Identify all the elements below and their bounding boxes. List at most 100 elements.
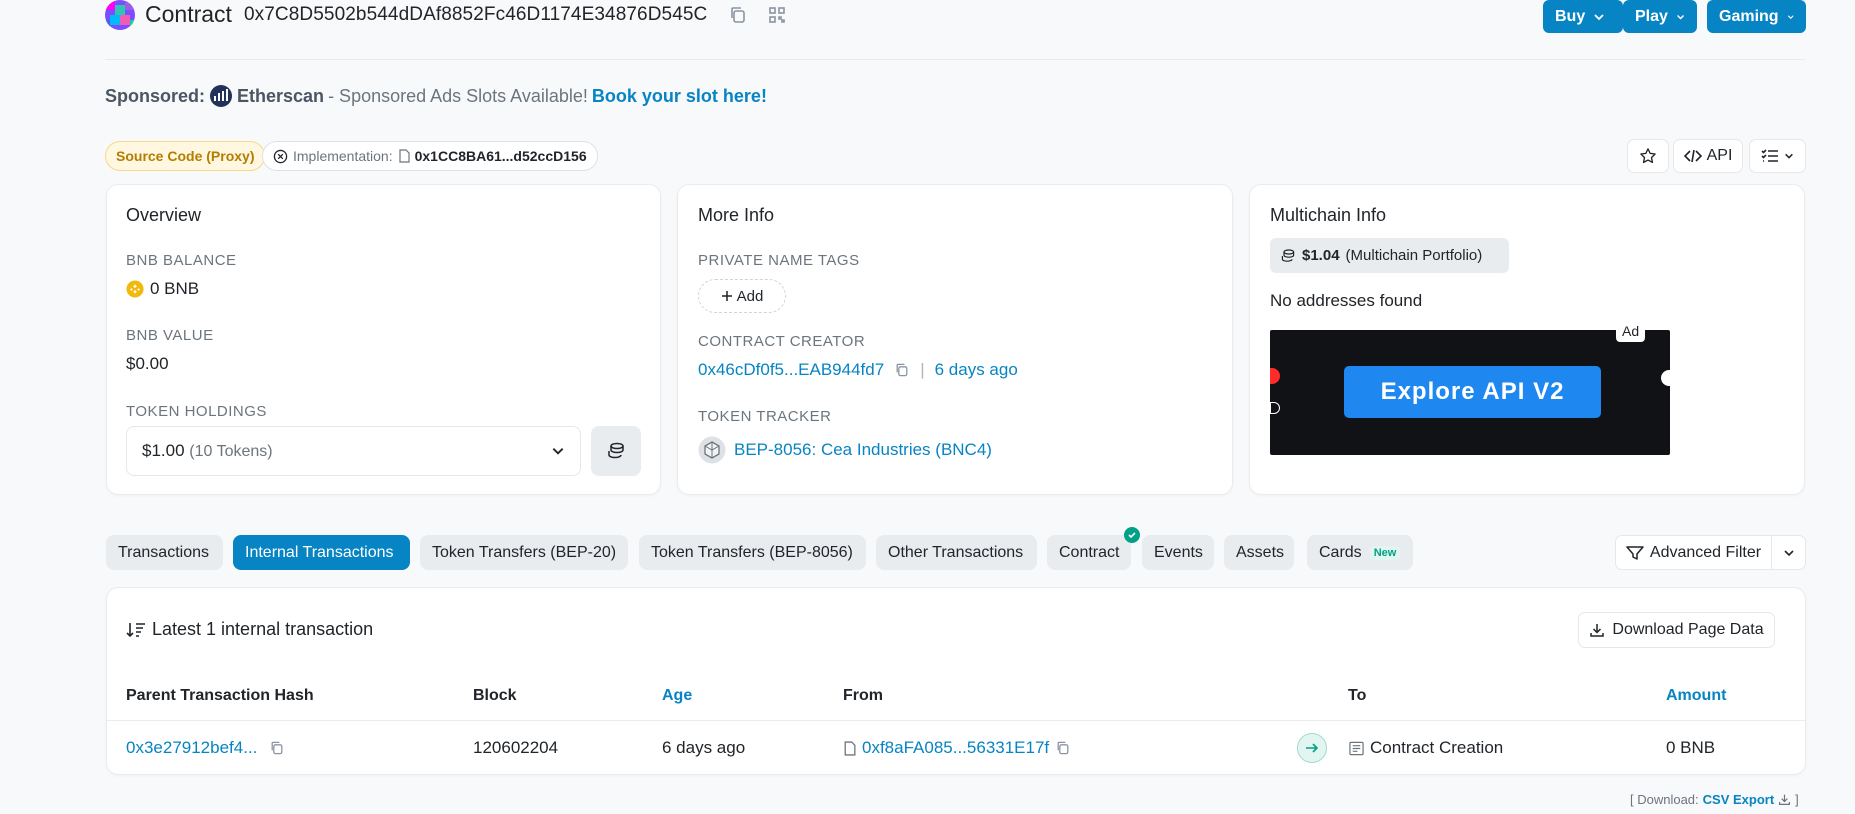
ad-banner[interactable]: Explore API V2	[1270, 330, 1670, 455]
copy-icon	[1057, 741, 1069, 755]
tab-label: Token Transfers (BEP-20)	[432, 543, 617, 561]
multichain-title: Multichain Info	[1270, 205, 1387, 225]
etherscan-logo-icon	[209, 84, 233, 108]
age-cell: 6 days ago	[662, 738, 746, 757]
table-row: 0x3e27912bef4...	[126, 738, 285, 758]
multichain-portfolio-badge[interactable]: $1.04 (Multichain Portfolio)	[1270, 238, 1509, 273]
close-circle-icon	[273, 149, 288, 163]
tab-contract[interactable]: Contract	[1047, 535, 1131, 570]
sponsored-banner: Sponsored: Etherscan - Sponsored Ads Slo…	[105, 84, 767, 108]
token-tracker-link[interactable]: BEP-8056: Cea Industries (BNC4)	[734, 440, 992, 460]
amount-cell: 0 BNB	[1666, 738, 1716, 757]
tab-transactions[interactable]: Transactions	[106, 535, 223, 570]
buy-button-label: Buy	[1555, 7, 1586, 25]
sponsor-brand[interactable]: Etherscan	[237, 86, 324, 107]
advanced-filter-toggle[interactable]	[1771, 535, 1806, 570]
tab-events[interactable]: Events	[1142, 535, 1214, 570]
creator-address-link[interactable]: 0x46cDf0f5...EAB944fd7	[698, 360, 884, 380]
tab-label: Transactions	[118, 543, 209, 561]
download-icon	[1779, 794, 1791, 805]
token-holdings-label: TOKEN HOLDINGS	[126, 403, 267, 420]
tab-label: Internal Transactions	[245, 543, 394, 561]
portfolio-label: (Multichain Portfolio)	[1345, 247, 1483, 264]
chevron-down-icon	[1594, 13, 1604, 20]
tab-other-transactions[interactable]: Other Transactions	[876, 535, 1037, 570]
contract-creator-label: CONTRACT CREATOR	[698, 333, 866, 350]
qr-code-icon[interactable]	[767, 5, 787, 25]
col-header-block: Block	[473, 687, 517, 704]
table-summary-text: Latest 1 internal transaction	[152, 619, 374, 639]
creator-separator: |	[920, 360, 925, 379]
book-slot-link[interactable]: Book your slot here!	[592, 86, 767, 107]
sort-descending-icon	[126, 622, 145, 637]
implementation-badge[interactable]: Implementation: 0x1CC8BA61...d52ccD156	[262, 141, 598, 171]
token-holdings-wallet-button[interactable]	[591, 426, 641, 476]
filter-icon	[1626, 545, 1644, 560]
buy-button[interactable]: Buy	[1543, 0, 1623, 33]
contract-address: 0x7C8D5502b544dDAf8852Fc46D1174E34876D54…	[244, 4, 708, 25]
creator-age-link[interactable]: 6 days ago	[935, 360, 1018, 380]
favorite-button[interactable]	[1627, 139, 1669, 173]
col-header-to: To	[1348, 687, 1367, 704]
source-code-proxy-badge[interactable]: Source Code (Proxy)	[105, 141, 266, 171]
csv-export-link[interactable]: CSV Export	[1703, 792, 1775, 807]
bnb-balance: 0 BNB	[126, 279, 199, 299]
ad-tag: Ad	[1616, 320, 1646, 342]
download-icon	[1590, 624, 1605, 637]
col-header-age[interactable]: Age	[662, 687, 692, 705]
tab-label: Assets	[1236, 543, 1285, 561]
tab-token-transfers-bep8056[interactable]: Token Transfers (BEP-8056)	[639, 535, 866, 570]
coins-stack-icon	[1281, 248, 1295, 262]
download-page-data-button[interactable]: Download Page Data	[1578, 612, 1775, 648]
plus-icon	[721, 291, 732, 301]
advanced-filter-button[interactable]: Advanced Filter	[1615, 535, 1772, 570]
download-footer-suffix: ]	[1795, 792, 1799, 807]
source-code-badge-label: Source Code (Proxy)	[116, 148, 255, 164]
verified-check-icon	[1124, 527, 1140, 543]
overview-title: Overview	[126, 205, 202, 225]
from-address-link[interactable]: 0xf8aFA085...56331E17f	[862, 738, 1049, 758]
implementation-hash[interactable]: 0x1CC8BA61...d52ccD156	[415, 148, 587, 164]
copy-icon[interactable]	[728, 5, 748, 25]
sponsored-text: - Sponsored Ads Slots Available!	[328, 85, 588, 106]
arrow-right-icon	[1297, 733, 1327, 763]
copy-icon	[896, 363, 908, 377]
to-cell: Contract Creation	[1348, 738, 1503, 758]
implementation-label: Implementation:	[293, 148, 393, 164]
tab-internal-transactions[interactable]: Internal Transactions	[233, 535, 410, 570]
page-title: Contract	[145, 1, 232, 27]
token-holdings-dropdown[interactable]: $1.00 (10 Tokens)	[126, 426, 581, 476]
contract-creator: 0x46cDf0f5...EAB944fd7 | 6 days ago	[698, 360, 1018, 380]
chevron-down-icon	[1783, 549, 1794, 556]
tab-label: Other Transactions	[888, 543, 1024, 561]
gaming-button[interactable]: Gaming	[1707, 0, 1806, 33]
col-header-amount[interactable]: Amount	[1666, 687, 1726, 705]
options-menu-button[interactable]	[1749, 139, 1806, 173]
header-divider	[105, 59, 1805, 60]
tab-assets[interactable]: Assets	[1224, 535, 1294, 570]
chevron-down-icon	[1676, 14, 1684, 19]
document-icon	[844, 740, 856, 756]
token-holdings-count: (10 Tokens)	[189, 443, 273, 460]
api-button[interactable]: API	[1673, 139, 1743, 173]
add-button-label: Add	[736, 287, 764, 305]
download-footer-prefix: [ Download:	[1630, 792, 1699, 807]
bnb-balance-label: BNB BALANCE	[126, 252, 237, 269]
parent-hash-link[interactable]: 0x3e27912bef4...	[126, 738, 257, 758]
no-addresses-text: No addresses found	[1270, 291, 1423, 310]
tab-token-transfers-bep20[interactable]: Token Transfers (BEP-20)	[420, 535, 628, 570]
play-button-label: Play	[1635, 7, 1668, 25]
tab-cards[interactable]: Cards New	[1307, 535, 1413, 570]
code-icon	[1683, 149, 1702, 163]
token-logo-icon	[698, 436, 726, 464]
tab-label: Token Transfers (BEP-8056)	[651, 543, 853, 561]
from-cell: 0xf8aFA085...56331E17f	[843, 738, 1071, 758]
token-tracker-label: TOKEN TRACKER	[698, 408, 832, 425]
table-header-divider	[106, 720, 1806, 721]
block-link[interactable]: 120602204	[473, 738, 558, 758]
play-button[interactable]: Play	[1623, 0, 1697, 33]
chevron-down-icon	[1787, 14, 1794, 19]
add-name-tag-button[interactable]: Add	[698, 279, 786, 313]
download-footer: [ Download: CSV Export ]	[1630, 792, 1799, 807]
private-name-tags-label: PRIVATE NAME TAGS	[698, 252, 860, 269]
